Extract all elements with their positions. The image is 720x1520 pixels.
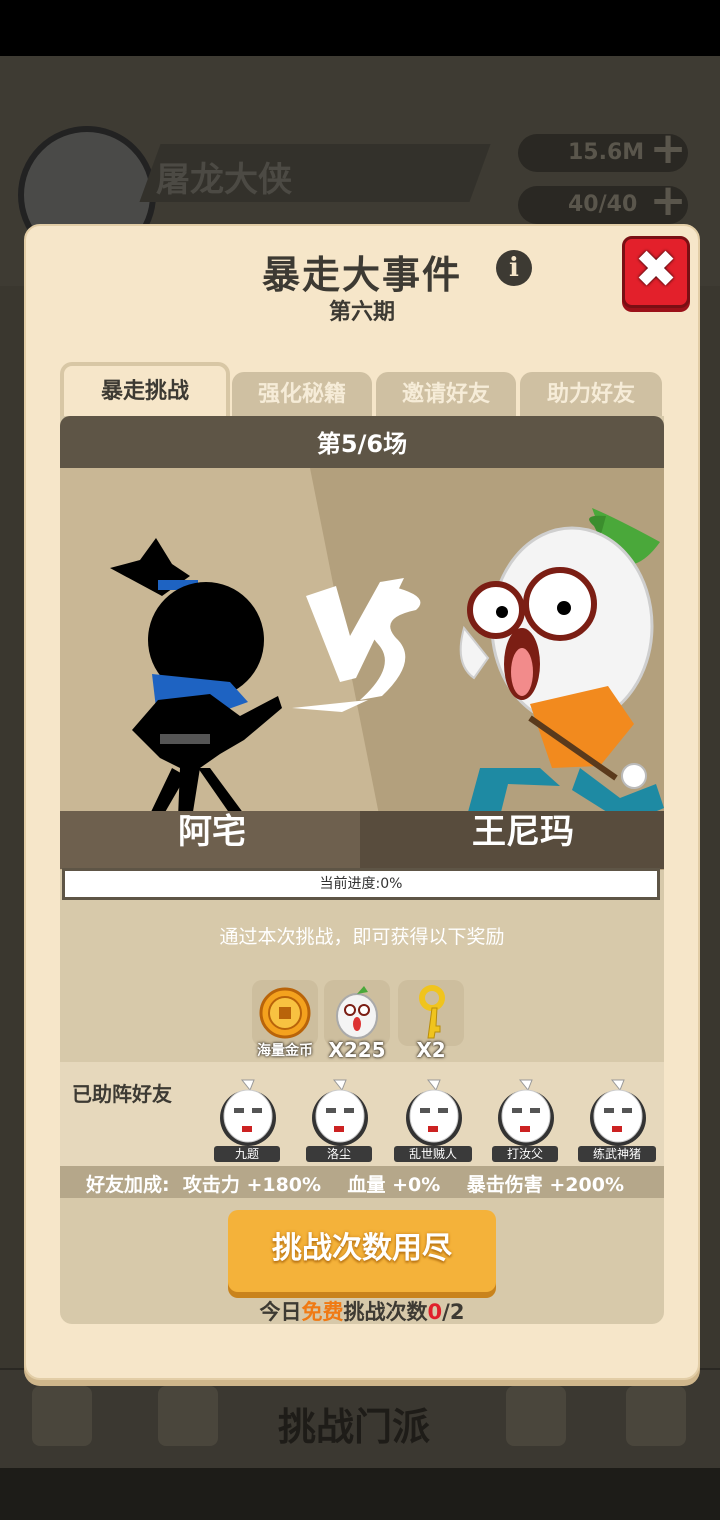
friend-avatar-icon xyxy=(406,1079,462,1146)
friend-avatar-icon xyxy=(498,1079,554,1146)
armor-nav-icon[interactable] xyxy=(506,1386,566,1446)
add-gold-button[interactable]: + xyxy=(648,127,688,171)
dialog-title: 暴走大事件 xyxy=(261,253,462,297)
tab-rampage-challenge[interactable]: 暴走挑战 xyxy=(60,362,230,418)
status-bar xyxy=(0,0,720,56)
gold-amount: 15.6M xyxy=(568,140,645,165)
wangnima-head-icon xyxy=(336,986,378,1039)
round-label: 第5/6场 xyxy=(316,430,408,458)
friend-avatar-icon xyxy=(312,1079,368,1146)
progress-bar: 当前进度:0% xyxy=(62,868,660,900)
daily-total: /2 xyxy=(442,1300,465,1324)
progress-label: 当前进度:0% xyxy=(319,876,403,892)
friend-name: 打汝父 xyxy=(492,1146,558,1162)
challenge-button-label: 挑战次数用尽 xyxy=(272,1231,452,1266)
challenge-button[interactable]: 挑战次数用尽 xyxy=(228,1210,496,1292)
daily-mid: 挑战次数 xyxy=(343,1300,428,1324)
key-icon xyxy=(419,985,445,1039)
friend-name: 练武神猪 xyxy=(578,1146,656,1162)
reward-key-label: X2 xyxy=(416,1038,446,1062)
fighter-right-name: 王尼玛 xyxy=(472,812,574,852)
reward-gold-label: 海量金币 xyxy=(257,1043,313,1059)
gold-coin-icon xyxy=(259,987,311,1039)
reward-gold[interactable] xyxy=(252,980,318,1046)
task-nav-icon[interactable] xyxy=(32,1386,92,1446)
cultivate-nav-icon[interactable] xyxy=(158,1386,218,1446)
friend-avatar-icon xyxy=(220,1079,276,1146)
daily-free: 免费 xyxy=(301,1300,344,1324)
reward-wangnima-label: X225 xyxy=(328,1038,386,1062)
tab-strengthen-manual[interactable]: 强化秘籍 xyxy=(232,372,372,418)
friend-name: 九题 xyxy=(214,1146,280,1162)
info-icon[interactable]: i xyxy=(496,250,532,286)
close-icon: ✖ xyxy=(634,240,678,300)
friends-label: 已助阵好友 xyxy=(72,1082,172,1106)
friend-bonus-text: 好友加成: 攻击力 +180% 血量 +0% 暴击伤害 +200% xyxy=(86,1174,625,1196)
friend-name: 乱世贼人 xyxy=(394,1146,472,1162)
system-nav-bar xyxy=(0,1468,720,1520)
challenge-sect-nav[interactable]: 挑战门派 xyxy=(278,1396,430,1451)
reward-wangnima[interactable] xyxy=(324,980,390,1046)
reward-key[interactable] xyxy=(398,980,464,1046)
daily-attempts: 今日免费挑战次数0/2 xyxy=(26,1296,698,1326)
collect-nav-icon[interactable] xyxy=(626,1386,686,1446)
fighter-left-name: 阿宅 xyxy=(178,812,246,852)
tab-help-friends[interactable]: 助力好友 xyxy=(520,372,662,418)
energy-amount: 40/40 xyxy=(568,192,638,217)
player-name: 屠龙大侠 xyxy=(156,160,292,200)
dialog-subtitle: 第六期 xyxy=(328,300,395,325)
tab-invite-friends[interactable]: 邀请好友 xyxy=(376,372,516,418)
friend-name: 洛尘 xyxy=(306,1146,372,1162)
event-dialog: 暴走大事件 第六期 i ✖ 暴走挑战 强化秘籍 邀请好友 助力好友 第5/6场 xyxy=(24,224,700,1380)
daily-prefix: 今日 xyxy=(259,1300,302,1324)
friend-avatar-icon xyxy=(590,1079,646,1146)
close-button[interactable]: ✖ xyxy=(622,236,690,308)
reward-tip: 通过本次挑战，即可获得以下奖励 xyxy=(219,926,505,948)
daily-used: 0 xyxy=(427,1300,443,1324)
add-energy-button[interactable]: + xyxy=(648,179,688,223)
